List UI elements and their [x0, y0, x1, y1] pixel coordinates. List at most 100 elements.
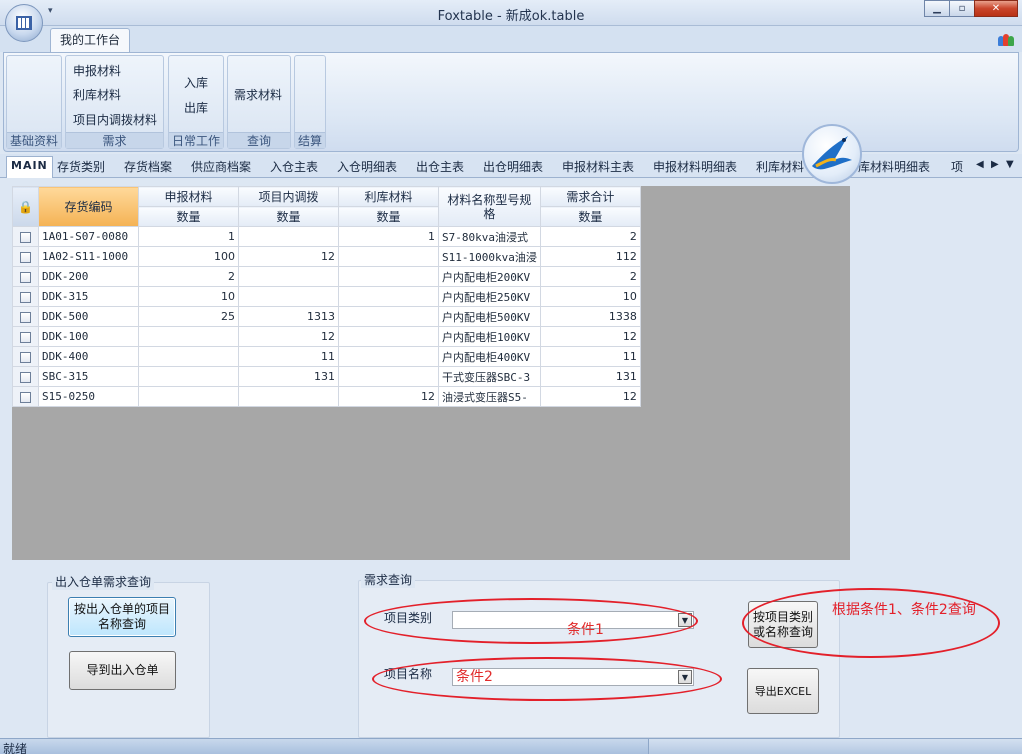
tab-declare-master[interactable]: 申报材料主表: [562, 158, 634, 175]
row-checkbox[interactable]: [12, 226, 39, 247]
cell-declare-qty[interactable]: [138, 386, 239, 407]
tab-reuse-material[interactable]: 利库材料: [756, 158, 804, 175]
cell-total-qty[interactable]: 2: [539, 266, 641, 287]
col-header-transfer[interactable]: 项目内调拨: [238, 186, 339, 207]
cell-declare-qty[interactable]: 25: [138, 306, 239, 327]
cell-code[interactable]: 1A02-S11-1000: [38, 246, 139, 267]
cell-reuse-qty[interactable]: [338, 346, 439, 367]
tab-project[interactable]: 项: [951, 158, 963, 175]
cell-code[interactable]: DDK-315: [38, 286, 139, 307]
table-row[interactable]: 1A02-S11-1000 100 12 S11-1000kva油浸 112: [12, 246, 641, 267]
cell-transfer-qty[interactable]: 1313: [238, 306, 339, 327]
cell-total-qty[interactable]: 2: [539, 226, 641, 247]
table-row[interactable]: SBC-315 131 干式变压器SBC-3 131: [12, 366, 641, 387]
cell-reuse-qty[interactable]: [338, 266, 439, 287]
tab-scroll-left-icon[interactable]: ◀: [976, 159, 984, 170]
cell-transfer-qty[interactable]: 12: [238, 326, 339, 347]
cell-material-name[interactable]: 干式变压器SBC-3: [438, 366, 541, 387]
col-subheader-qty[interactable]: 数量: [539, 206, 641, 227]
cell-transfer-qty[interactable]: [238, 386, 339, 407]
goto-inout-order-button[interactable]: 导到出入仓单: [69, 651, 176, 690]
row-checkbox[interactable]: [12, 366, 39, 387]
export-excel-button[interactable]: 导出EXCEL: [747, 668, 819, 714]
cell-declare-qty[interactable]: 2: [138, 266, 239, 287]
cell-declare-qty[interactable]: 10: [138, 286, 239, 307]
cell-total-qty[interactable]: 131: [539, 366, 641, 387]
table-row[interactable]: DDK-500 25 1313 户内配电柜500KV 1338: [12, 306, 641, 327]
cell-declare-qty[interactable]: [138, 346, 239, 367]
cell-material-name[interactable]: S11-1000kva油浸: [438, 246, 541, 267]
checkbox-icon[interactable]: [20, 231, 31, 243]
checkbox-icon[interactable]: [20, 351, 31, 363]
checkbox-icon[interactable]: [20, 391, 31, 403]
cell-code[interactable]: DDK-200: [38, 266, 139, 287]
cell-code[interactable]: 1A01-S07-0080: [38, 226, 139, 247]
cell-material-name[interactable]: 户内配电柜100KV: [438, 326, 541, 347]
cell-total-qty[interactable]: 11: [539, 346, 641, 367]
cell-total-qty[interactable]: 112: [539, 246, 641, 267]
cell-material-name[interactable]: 油浸式变压器S5-: [438, 386, 541, 407]
cell-transfer-qty[interactable]: 12: [238, 246, 339, 267]
cell-transfer-qty[interactable]: [238, 286, 339, 307]
maximize-button[interactable]: ▫: [949, 0, 975, 17]
cell-code[interactable]: DDK-500: [38, 306, 139, 327]
row-checkbox[interactable]: [12, 346, 39, 367]
cell-material-name[interactable]: 户内配电柜200KV: [438, 266, 541, 287]
row-checkbox[interactable]: [12, 286, 39, 307]
col-subheader-qty[interactable]: 数量: [238, 206, 339, 227]
minimize-button[interactable]: ▁: [924, 0, 950, 17]
cell-declare-qty[interactable]: [138, 366, 239, 387]
col-header-reuse[interactable]: 利库材料: [338, 186, 439, 207]
checkbox-icon[interactable]: [20, 371, 31, 383]
cell-code[interactable]: DDK-100: [38, 326, 139, 347]
col-header-code[interactable]: 存货编码: [38, 186, 139, 227]
col-header-total[interactable]: 需求合计: [539, 186, 641, 207]
reuse-material-button[interactable]: 利库材料: [73, 86, 121, 103]
cell-declare-qty[interactable]: 1: [138, 226, 239, 247]
cell-reuse-qty[interactable]: [338, 246, 439, 267]
grid-corner-lock-icon[interactable]: 🔒: [12, 186, 39, 227]
cell-total-qty[interactable]: 12: [539, 326, 641, 347]
outbound-button[interactable]: 出库: [184, 99, 208, 116]
users-icon[interactable]: [998, 30, 1014, 46]
cell-declare-qty[interactable]: [138, 326, 239, 347]
table-row[interactable]: DDK-400 11 户内配电柜400KV 11: [12, 346, 641, 367]
table-row[interactable]: DDK-100 12 户内配电柜100KV 12: [12, 326, 641, 347]
checkbox-icon[interactable]: [20, 251, 31, 263]
table-row[interactable]: DDK-315 10 户内配电柜250KV 10: [12, 286, 641, 307]
cell-transfer-qty[interactable]: [238, 226, 339, 247]
demand-material-button[interactable]: 需求材料: [234, 86, 282, 103]
app-menu-button[interactable]: [5, 4, 43, 42]
cell-transfer-qty[interactable]: [238, 266, 339, 287]
inbound-button[interactable]: 入库: [184, 74, 208, 91]
table-row[interactable]: 1A01-S07-0080 1 1 S7-80kva油浸式 2: [12, 226, 641, 247]
table-row[interactable]: DDK-200 2 户内配电柜200KV 2: [12, 266, 641, 287]
cell-code[interactable]: S15-0250: [38, 386, 139, 407]
cell-reuse-qty[interactable]: 12: [338, 386, 439, 407]
query-by-inout-project-button[interactable]: 按出入仓单的项目名称查询: [68, 597, 176, 637]
tab-inventory-archive[interactable]: 存货档案: [124, 158, 172, 175]
table-row[interactable]: S15-0250 12 油浸式变压器S5- 12: [12, 386, 641, 407]
close-button[interactable]: ✕: [974, 0, 1018, 17]
tab-main[interactable]: MAIN: [6, 156, 53, 178]
cell-reuse-qty[interactable]: [338, 286, 439, 307]
cell-material-name[interactable]: 户内配电柜250KV: [438, 286, 541, 307]
cell-reuse-qty[interactable]: [338, 366, 439, 387]
transfer-material-button[interactable]: 项目内调拨材料: [73, 111, 157, 128]
row-checkbox[interactable]: [12, 246, 39, 267]
cell-reuse-qty[interactable]: 1: [338, 226, 439, 247]
tab-reuse-detail[interactable]: 库材料明细表: [858, 158, 930, 175]
cell-total-qty[interactable]: 12: [539, 386, 641, 407]
cell-reuse-qty[interactable]: [338, 326, 439, 347]
cell-reuse-qty[interactable]: [338, 306, 439, 327]
col-subheader-qty[interactable]: 数量: [138, 206, 239, 227]
cell-transfer-qty[interactable]: 131: [238, 366, 339, 387]
cell-total-qty[interactable]: 10: [539, 286, 641, 307]
tab-inbound-master[interactable]: 入仓主表: [270, 158, 318, 175]
checkbox-icon[interactable]: [20, 331, 31, 343]
ribbon-tab-workbench[interactable]: 我的工作台: [50, 28, 130, 52]
tab-inventory-category[interactable]: 存货类别: [57, 158, 105, 175]
checkbox-icon[interactable]: [20, 311, 31, 323]
row-checkbox[interactable]: [12, 306, 39, 327]
tab-declare-detail[interactable]: 申报材料明细表: [653, 158, 737, 175]
